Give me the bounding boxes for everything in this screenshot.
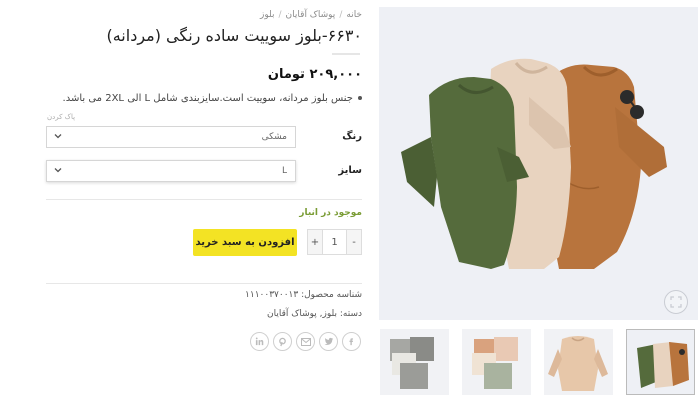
chevron-down-icon: [53, 165, 63, 178]
color-label: رنگ: [342, 131, 362, 142]
sku-label: شناسه محصول:: [301, 290, 362, 300]
breadcrumb: خانه/پوشاک آقایان/بلوز: [62, 10, 362, 20]
title-divider: [332, 53, 360, 55]
description-text: جنس بلوز مردانه، سوییت است.سایزبندی شامل…: [62, 93, 353, 104]
options-divider: [46, 199, 362, 200]
color-select-value: مشکی: [261, 132, 287, 142]
product-description: جنس بلوز مردانه، سوییت است.سایزبندی شامل…: [62, 93, 362, 104]
product-thumbnail-2[interactable]: [462, 329, 531, 395]
product-title: ۶۶۳۰-بلوز سوییت ساده رنگی (مردانه): [106, 26, 362, 45]
quantity-stepper: + 1 -: [307, 229, 362, 255]
size-select[interactable]: L: [46, 160, 296, 182]
add-to-cart-button[interactable]: افزودن به سبد خرید: [193, 229, 297, 256]
product-thumbnail-1[interactable]: [380, 329, 449, 395]
chevron-down-icon: [53, 131, 63, 144]
product-thumbnail-3[interactable]: [544, 329, 613, 395]
meta-divider: [46, 283, 362, 284]
product-thumbnail-4[interactable]: [626, 329, 695, 395]
twitter-icon[interactable]: [319, 332, 338, 351]
product-price: ۲۰۹,۰۰۰ تومان: [267, 67, 362, 82]
olive-shirt: [401, 77, 529, 269]
size-label: سایز: [338, 165, 362, 176]
product-category: دسته: بلوز, پوشاک آقایان: [267, 309, 362, 319]
breadcrumb-men-clothing[interactable]: پوشاک آقایان: [286, 10, 336, 20]
size-select-value: L: [281, 166, 287, 176]
quantity-plus-button[interactable]: +: [308, 230, 322, 254]
breadcrumb-separator: /: [278, 10, 282, 20]
bullet-icon: [358, 96, 362, 100]
linkedin-icon[interactable]: [250, 332, 269, 351]
category-label: دسته:: [339, 309, 362, 319]
email-icon[interactable]: [296, 332, 315, 351]
sku-value: ۱۱۱۰۰۳۷۰۰۱۳: [245, 290, 299, 300]
folded-shirts-image: [401, 58, 667, 269]
pinterest-icon[interactable]: [273, 332, 292, 351]
breadcrumb-sweater[interactable]: بلوز: [260, 10, 274, 20]
breadcrumb-separator: /: [339, 10, 343, 20]
expand-icon[interactable]: [664, 290, 688, 314]
category-value[interactable]: بلوز, پوشاک آقایان: [267, 309, 337, 319]
clear-options-link[interactable]: پاک کردن: [47, 113, 75, 121]
product-main-image[interactable]: [379, 7, 698, 320]
breadcrumb-home[interactable]: خانه: [346, 10, 362, 20]
quantity-minus-button[interactable]: -: [347, 230, 361, 254]
facebook-icon[interactable]: [342, 332, 361, 351]
color-select[interactable]: مشکی: [46, 126, 296, 148]
quantity-input[interactable]: 1: [322, 230, 347, 254]
stock-status: موجود در انبار: [299, 208, 362, 218]
product-sku: شناسه محصول: ۱۱۱۰۰۳۷۰۰۱۳: [245, 290, 362, 300]
